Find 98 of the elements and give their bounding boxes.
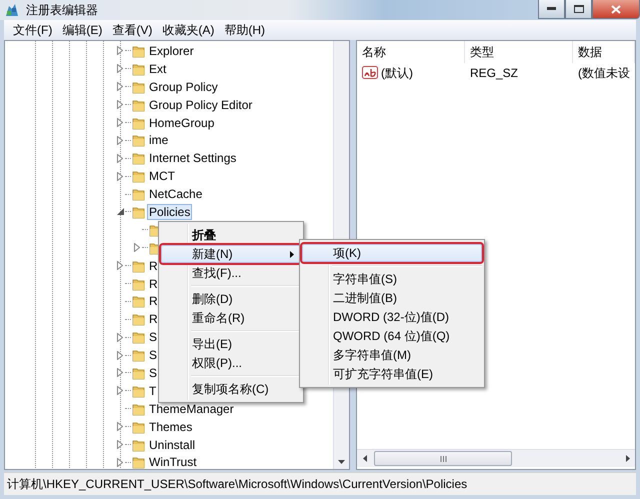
tree-item[interactable]: Uninstall (147, 436, 198, 453)
tree-item[interactable]: S (147, 329, 160, 346)
tree-item[interactable]: R (147, 276, 160, 292)
tree-item[interactable]: Group Policy Editor (147, 96, 254, 113)
status-path: 计算机\HKEY_CURRENT_USER\Software\Microsoft\Windows\CurrentVersion\Policies (7, 476, 468, 492)
app-icon (4, 2, 20, 18)
tree-item[interactable]: Policies (147, 204, 192, 220)
menu-item[interactable]: 删除(D) (161, 290, 301, 308)
folder-icon (132, 98, 146, 112)
folder-icon (132, 133, 146, 148)
tree-item[interactable]: R (147, 293, 160, 310)
expand-arrow-icon[interactable] (117, 172, 123, 181)
menu-item[interactable]: 项(K) (302, 244, 482, 262)
expand-arrow-icon[interactable] (117, 440, 123, 450)
column-header[interactable]: 名称 (357, 41, 465, 63)
column-header[interactable]: 类型 (465, 41, 573, 63)
scroll-left-icon[interactable] (362, 455, 366, 462)
tree-item[interactable]: ime (147, 132, 170, 148)
menu-item[interactable]: DWORD (32-位)值(D) (302, 308, 482, 326)
folder-icon (132, 116, 146, 130)
expand-arrow-icon[interactable] (117, 82, 123, 92)
tree-item[interactable]: T (147, 382, 158, 399)
expand-arrow-icon[interactable] (117, 350, 123, 360)
folder-icon (132, 44, 146, 58)
string-value-icon (362, 66, 378, 80)
folder-icon (132, 420, 146, 434)
expand-arrow-icon[interactable] (117, 118, 123, 127)
tree-item[interactable]: Group Policy (147, 78, 220, 95)
tree-item[interactable]: S (147, 364, 160, 381)
menu-item[interactable]: 新建(N) (161, 245, 301, 263)
expand-arrow-icon[interactable] (117, 64, 123, 74)
folder-icon (132, 258, 146, 273)
collapse-arrow-icon[interactable] (116, 208, 124, 216)
grip-icon (440, 456, 446, 462)
tree-item[interactable]: Themes (147, 418, 194, 435)
minimize-icon (547, 7, 556, 11)
value-data: (数值未设 (577, 64, 631, 82)
menu-item[interactable]: 编辑(E) (57, 22, 108, 38)
expand-arrow-icon[interactable] (117, 154, 123, 163)
expand-arrow-icon[interactable] (117, 386, 123, 396)
folder-icon (132, 80, 146, 94)
close-button[interactable] (592, 0, 640, 19)
folder-icon (132, 366, 146, 380)
value-name: (默认) (381, 64, 413, 82)
folder-icon (132, 348, 146, 362)
menu-item[interactable]: 查看(V) (107, 22, 158, 38)
expand-arrow-icon[interactable] (117, 332, 123, 342)
menu-item[interactable]: 文件(F) (8, 22, 58, 38)
scroll-right-icon[interactable] (626, 455, 630, 462)
tree-item[interactable]: Internet Settings (147, 150, 238, 166)
menu-item[interactable]: 收藏夹(A) (157, 22, 220, 38)
menu-item[interactable]: 权限(P)... (161, 354, 301, 372)
folder-icon (132, 455, 146, 469)
folder-icon (132, 438, 146, 452)
folder-icon (132, 169, 146, 184)
menu-item[interactable]: 复制项名称(C) (161, 380, 301, 398)
tree-item[interactable]: Explorer (147, 42, 196, 59)
expand-arrow-icon[interactable] (117, 368, 123, 378)
menu-item[interactable]: 折叠 (161, 226, 301, 244)
folder-icon (132, 330, 146, 344)
expand-arrow-icon[interactable] (117, 136, 123, 145)
maximize-button[interactable] (565, 0, 592, 19)
folder-icon (132, 384, 146, 398)
tree-item[interactable]: WinTrust (147, 454, 199, 469)
menu-item[interactable]: 二进制值(B) (302, 289, 482, 307)
menu-item[interactable]: 可扩充字符串值(E) (302, 365, 482, 383)
tree-item[interactable]: Ext (147, 60, 168, 77)
menu-item[interactable]: QWORD (64 位)值(Q) (302, 327, 482, 345)
expand-arrow-icon[interactable] (117, 458, 123, 467)
tree-item[interactable]: S (147, 347, 160, 364)
tree-item[interactable]: HomeGroup (147, 114, 216, 130)
expand-arrow-icon[interactable] (117, 46, 123, 56)
close-icon (611, 4, 621, 14)
tree-item[interactable]: ThemeManager (147, 400, 236, 417)
expand-arrow-icon[interactable] (117, 261, 123, 270)
menu-item[interactable]: 字符串值(S) (302, 270, 482, 288)
tree-item[interactable]: MCT (147, 168, 177, 184)
menu-item[interactable]: 导出(E) (161, 335, 301, 353)
value-type: REG_SZ (469, 65, 520, 82)
tree-item[interactable]: NetCache (147, 186, 204, 202)
menu-item[interactable]: 查找(F)... (161, 264, 301, 282)
window-title: 注册表编辑器 (26, 2, 99, 18)
scroll-thumb[interactable] (374, 451, 512, 466)
tree-item[interactable]: R (147, 258, 160, 274)
expand-arrow-icon[interactable] (117, 100, 123, 110)
menu-item[interactable]: 帮助(H) (219, 22, 270, 38)
column-header[interactable]: 数据 (573, 41, 635, 63)
expand-arrow-icon[interactable] (117, 422, 123, 432)
minimize-button[interactable] (538, 0, 565, 19)
menu-item[interactable]: 重命名(R) (161, 309, 301, 327)
tree-item[interactable]: R (147, 311, 160, 328)
folder-icon (132, 151, 146, 166)
expand-arrow-icon[interactable] (134, 243, 140, 252)
scroll-down-icon[interactable] (338, 460, 345, 464)
menu-item[interactable]: 多字符串值(M) (302, 346, 482, 364)
maximize-icon (574, 5, 584, 13)
folder-icon (132, 204, 146, 219)
folder-icon (132, 62, 146, 76)
